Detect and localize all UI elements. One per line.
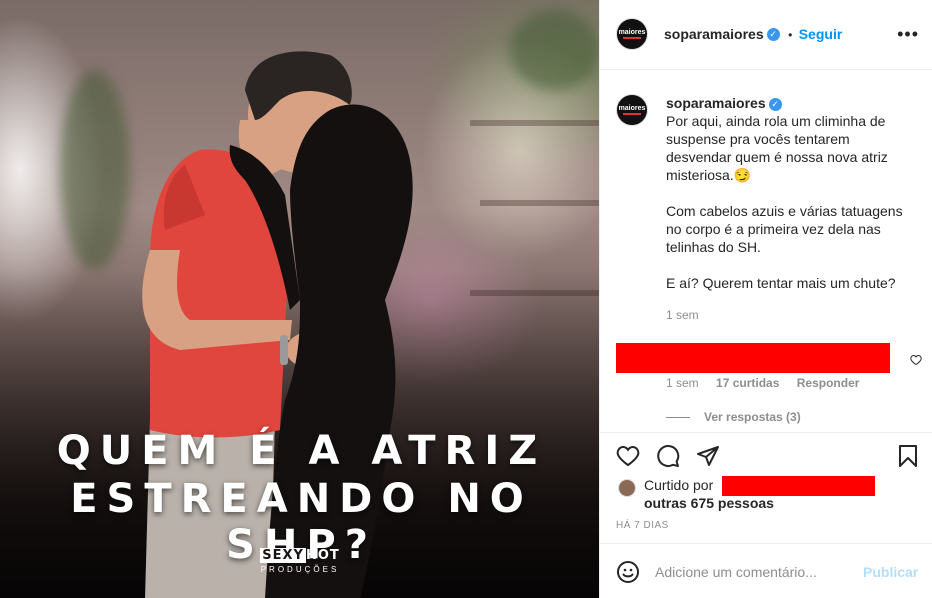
redacted-comment xyxy=(616,343,890,373)
share-paper-plane-icon[interactable] xyxy=(696,444,720,473)
brand-logo-text: SEXY HOT xyxy=(256,548,344,563)
redacted-liker-name xyxy=(722,476,875,496)
post-caption: soparamaiores ✓ Por aqui, ainda rola um c… xyxy=(666,94,916,324)
add-comment-divider xyxy=(600,543,932,544)
add-comment-input[interactable]: Adicione um comentário... xyxy=(655,564,817,580)
more-options-icon[interactable]: ••• xyxy=(897,24,919,45)
replies-line xyxy=(666,417,690,419)
view-replies[interactable]: Ver respostas (3) xyxy=(666,410,801,424)
caption-avatar[interactable]: maiores xyxy=(616,94,648,126)
caption-verified-badge-icon: ✓ xyxy=(768,97,782,111)
caption-user-row: soparamaiores ✓ xyxy=(666,94,916,112)
caption-username[interactable]: soparamaiores xyxy=(666,95,766,111)
post-image[interactable]: QUEM É A ATRIZ ESTREANDO NO SHP? SEXY HOT… xyxy=(0,0,599,598)
liked-by-others[interactable]: outras 675 pessoas xyxy=(644,495,774,511)
liked-by-prefix: Curtido por xyxy=(644,477,714,493)
save-bookmark-icon[interactable] xyxy=(896,444,920,473)
verified-badge-icon: ✓ xyxy=(766,28,780,42)
avatar-underline xyxy=(623,37,641,39)
comment-bubble-icon[interactable] xyxy=(656,444,680,473)
brand-sexy: SEXY xyxy=(260,548,306,563)
caption-timestamp[interactable]: 1 sem xyxy=(666,306,916,324)
brand-logo: SEXY HOT PRODUÇÕES xyxy=(256,548,344,574)
brand-subtitle: PRODUÇÕES xyxy=(260,565,340,574)
comment-timestamp[interactable]: 1 sem xyxy=(666,376,699,390)
brand-hot: HOT xyxy=(305,548,340,563)
caption-avatar-underline xyxy=(623,113,641,115)
post-header: maiores soparamaiores ✓ • Seguir ••• xyxy=(600,0,932,70)
post-date[interactable]: HÁ 7 DIAS xyxy=(616,520,669,531)
header-username[interactable]: soparamaiores xyxy=(664,26,764,42)
actions-divider xyxy=(600,432,932,433)
emoji-icon[interactable] xyxy=(616,560,640,589)
header-separator: • xyxy=(788,28,793,42)
view-replies-label: Ver respostas (3) xyxy=(704,410,801,424)
avatar[interactable]: maiores xyxy=(616,18,648,50)
comment-reply-button[interactable]: Responder xyxy=(797,376,860,390)
comment-meta: 1 sem 17 curtidas Responder xyxy=(666,376,873,390)
liker-avatar[interactable] xyxy=(618,479,636,497)
comment-like-icon[interactable] xyxy=(910,353,922,371)
comment-likes[interactable]: 17 curtidas xyxy=(716,376,779,390)
publish-button[interactable]: Publicar xyxy=(863,564,918,580)
header-user-row: soparamaiores ✓ • Seguir xyxy=(664,26,842,44)
headline-line-1: QUEM É A ATRIZ xyxy=(56,428,547,474)
caption-paragraph-1: Por aqui, ainda rola um climinha de susp… xyxy=(666,113,888,183)
caption-avatar-text: maiores xyxy=(618,105,646,112)
follow-button[interactable]: Seguir xyxy=(799,26,843,42)
avatar-text: maiores xyxy=(618,29,646,36)
like-heart-icon[interactable] xyxy=(616,444,640,473)
caption-paragraph-3: E aí? Querem tentar mais um chute? xyxy=(666,275,896,291)
caption-paragraph-2: Com cabelos azuis e várias tatuagens no … xyxy=(666,203,903,255)
